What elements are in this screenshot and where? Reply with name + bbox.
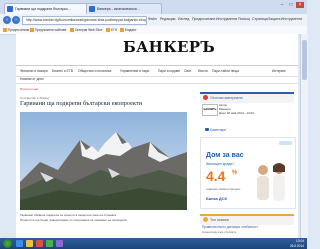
page-menu[interactable]: Страница [252, 17, 268, 21]
maximize-icon[interactable]: □ [287, 2, 295, 8]
page-icon [106, 28, 110, 32]
ad-rate: 4.4 [206, 168, 226, 184]
favorites-label: Галерия Web Slice [75, 28, 103, 32]
subnav-item[interactable]: Новини от днес [20, 75, 44, 83]
favorites-item[interactable]: ЕГН [106, 26, 117, 34]
menu-favorites[interactable]: Предпочитани [192, 17, 215, 21]
ie-icon [30, 28, 34, 32]
ad-note: годишен лихвен процент [206, 187, 241, 191]
menu-edit[interactable]: Редакция [160, 17, 175, 21]
close-window-icon[interactable]: × [296, 2, 304, 8]
author-line: Днес 26 май 2014 - 13:04 [219, 110, 254, 115]
windows-taskbar: 13:04 26.5.2014 [0, 238, 307, 249]
menu-file[interactable]: Файл [148, 17, 157, 21]
article-photo[interactable] [20, 112, 187, 210]
tab-label: Гарвиани ща подкрали българск... [15, 7, 71, 11]
safety-menu[interactable]: Защита [268, 17, 280, 21]
favorites-label: ЕГН [111, 28, 118, 32]
minimize-icon[interactable]: – [278, 2, 286, 8]
favorites-item[interactable]: Предпочитани [3, 26, 29, 34]
menu-view[interactable]: Изглед [178, 17, 189, 21]
app-taskbar-icon[interactable] [56, 240, 63, 247]
web-page: БАНКЕРЪ Финанси и пазари Бизнес и ЕТВ Об… [16, 34, 298, 238]
ad-subtitle: Жилищен кредит [206, 162, 234, 166]
vertical-scrollbar[interactable] [300, 34, 308, 238]
favorites-item[interactable]: Бюджет [120, 26, 137, 34]
tab-article[interactable]: Гарвиани ща подкрали българск... × [4, 3, 96, 14]
bullet-icon [203, 95, 208, 100]
bullet-icon [203, 217, 208, 222]
system-clock[interactable]: 13:04 26.5.2014 [290, 239, 304, 248]
top-news-meta: Коментари към статията [202, 230, 237, 234]
ad-title: Дом за вас [206, 152, 244, 159]
ie-icon [7, 6, 13, 12]
media-taskbar-icon[interactable] [36, 240, 43, 247]
comments-link-label: Коментари [210, 128, 227, 132]
sidebar-header-label: Отсечки материали [210, 96, 243, 100]
ie-taskbar-icon[interactable] [16, 240, 23, 247]
article-text: Гарвиани обявиха подкрепа за проекти в з… [20, 213, 117, 217]
sidebar-logo[interactable]: БАНКЕРЪ [202, 104, 218, 116]
advertisement-banner[interactable]: Дом за вас Жилищен кредит 4.4 % годишен … [200, 137, 296, 209]
sub-nav: Новини от днес [16, 75, 298, 84]
favorites-item[interactable]: Предложени сайтове [30, 26, 66, 34]
ad-badge [279, 141, 292, 145]
top-news-label: Топ новини [210, 218, 229, 222]
ie-icon [89, 6, 95, 12]
start-button-icon[interactable] [3, 239, 12, 248]
scrollbar-thumb[interactable] [302, 40, 307, 80]
page-icon [120, 28, 124, 32]
ad-percent: % [232, 170, 238, 176]
ad-people-image [257, 163, 285, 201]
favorites-item[interactable]: Галерия Web Slice [70, 26, 102, 34]
url-input[interactable]: http://www.banker.bg/ikonomika/read/garv… [22, 16, 147, 25]
forward-icon[interactable]: › [12, 16, 20, 24]
back-icon[interactable]: ‹ [3, 16, 11, 24]
article-text: Проектите ще бъдат финансирани по програ… [20, 218, 127, 222]
kicker-label[interactable]: Прочети още [20, 87, 38, 91]
favorites-label: Предпочитани [8, 28, 30, 32]
author-info: Автор Банкеръ Днес 26 май 2014 - 13:04 [219, 103, 254, 115]
explorer-taskbar-icon[interactable] [26, 240, 33, 247]
app-taskbar-icon[interactable] [46, 240, 53, 247]
site-logo[interactable]: БАНКЕРЪ [123, 38, 215, 56]
tab-label: Банкеръ - икономически... [97, 7, 140, 11]
tab-banker[interactable]: Банкеръ - икономически... [86, 3, 162, 14]
article-headline[interactable]: Гарвиани ща подкрепи български екопроект… [20, 100, 142, 107]
tools-menu[interactable]: Инструменти [281, 17, 302, 21]
favorites-label: Бюджет [125, 28, 137, 32]
clock-date: 26.5.2014 [289, 243, 304, 248]
sidebar-header: Отсечки материали [200, 92, 294, 103]
favorites-label: Предложени сайтове [35, 28, 67, 32]
tab-bar: Гарвиани ща подкрали българск... × Банке… [0, 0, 307, 15]
star-icon [3, 28, 7, 32]
comments-link[interactable]: Коментари [205, 128, 226, 132]
top-news-link[interactable]: Правителството договори стабилност [202, 225, 258, 229]
comment-icon [205, 128, 209, 131]
ad-brand: Банка ДСК [206, 196, 228, 201]
menu-tools[interactable]: Инструменти [216, 17, 237, 21]
top-news-header: Топ новини [200, 214, 294, 225]
webslice-icon [70, 28, 74, 32]
menu-help[interactable]: Помощ [238, 17, 250, 21]
